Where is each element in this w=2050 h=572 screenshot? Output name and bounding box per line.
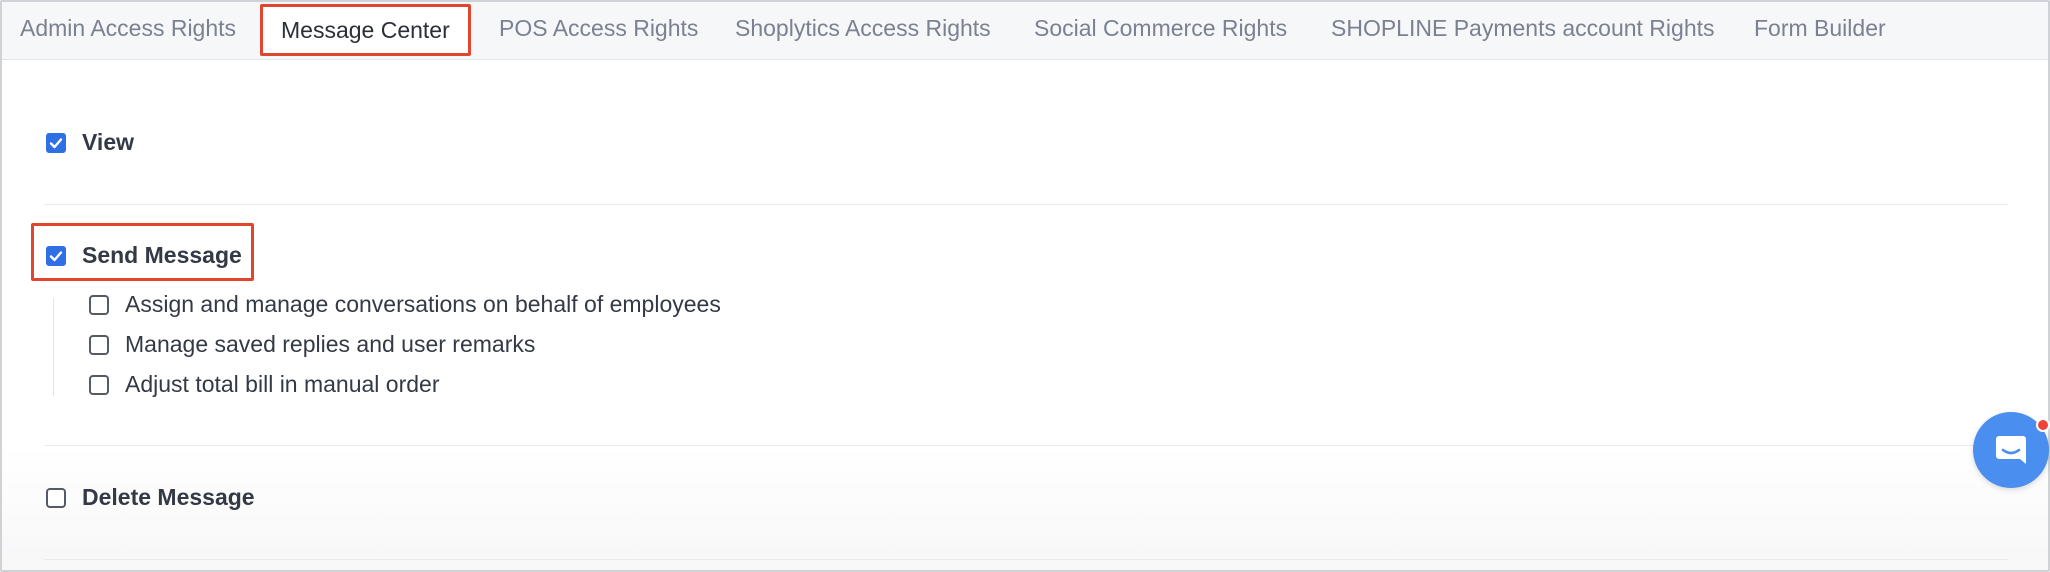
permission-delete-message[interactable]: Delete Message bbox=[46, 484, 255, 511]
sub-permission-indent-line bbox=[53, 298, 54, 396]
check-icon bbox=[49, 250, 63, 261]
chat-bubble-icon bbox=[1996, 436, 2026, 464]
divider bbox=[44, 204, 2008, 205]
notification-dot bbox=[2036, 418, 2050, 432]
delete-message-checkbox[interactable] bbox=[46, 487, 66, 508]
sub-permission-checkbox[interactable] bbox=[89, 334, 109, 355]
tab-message-center[interactable]: Message Center bbox=[260, 4, 471, 56]
sub-permission-item[interactable]: Adjust total bill in manual order bbox=[89, 371, 440, 398]
tab-shoplytics-access-rights[interactable]: Shoplytics Access Rights bbox=[735, 2, 991, 58]
sub-permission-label: Assign and manage conversations on behal… bbox=[125, 291, 721, 317]
send-message-checkbox[interactable] bbox=[46, 245, 66, 266]
send-message-label: Send Message bbox=[82, 242, 242, 268]
check-icon bbox=[49, 137, 63, 148]
divider bbox=[44, 445, 2008, 446]
tab-admin-access-rights[interactable]: Admin Access Rights bbox=[20, 2, 236, 58]
sub-permission-item[interactable]: Assign and manage conversations on behal… bbox=[89, 291, 721, 318]
tab-form-builder[interactable]: Form Builder bbox=[1754, 2, 1886, 58]
permission-view[interactable]: View bbox=[46, 129, 134, 156]
view-checkbox[interactable] bbox=[46, 132, 66, 153]
tab-social-commerce-rights[interactable]: Social Commerce Rights bbox=[1034, 2, 1287, 58]
permissions-panel: Admin Access Rights Message Center POS A… bbox=[0, 0, 2050, 572]
tab-pos-access-rights[interactable]: POS Access Rights bbox=[499, 2, 698, 58]
sub-permission-label: Manage saved replies and user remarks bbox=[125, 331, 536, 357]
sub-permission-item[interactable]: Manage saved replies and user remarks bbox=[89, 331, 535, 358]
delete-message-label: Delete Message bbox=[82, 484, 255, 510]
divider bbox=[44, 559, 2008, 560]
view-label: View bbox=[82, 129, 134, 155]
tab-bar: Admin Access Rights Message Center POS A… bbox=[2, 2, 2048, 60]
sub-permission-label: Adjust total bill in manual order bbox=[125, 371, 440, 397]
tab-shopline-payments-account-rights[interactable]: SHOPLINE Payments account Rights bbox=[1331, 2, 1715, 58]
sub-permission-checkbox[interactable] bbox=[89, 294, 109, 315]
sub-permission-checkbox[interactable] bbox=[89, 374, 109, 395]
permission-send-message[interactable]: Send Message bbox=[46, 242, 242, 269]
